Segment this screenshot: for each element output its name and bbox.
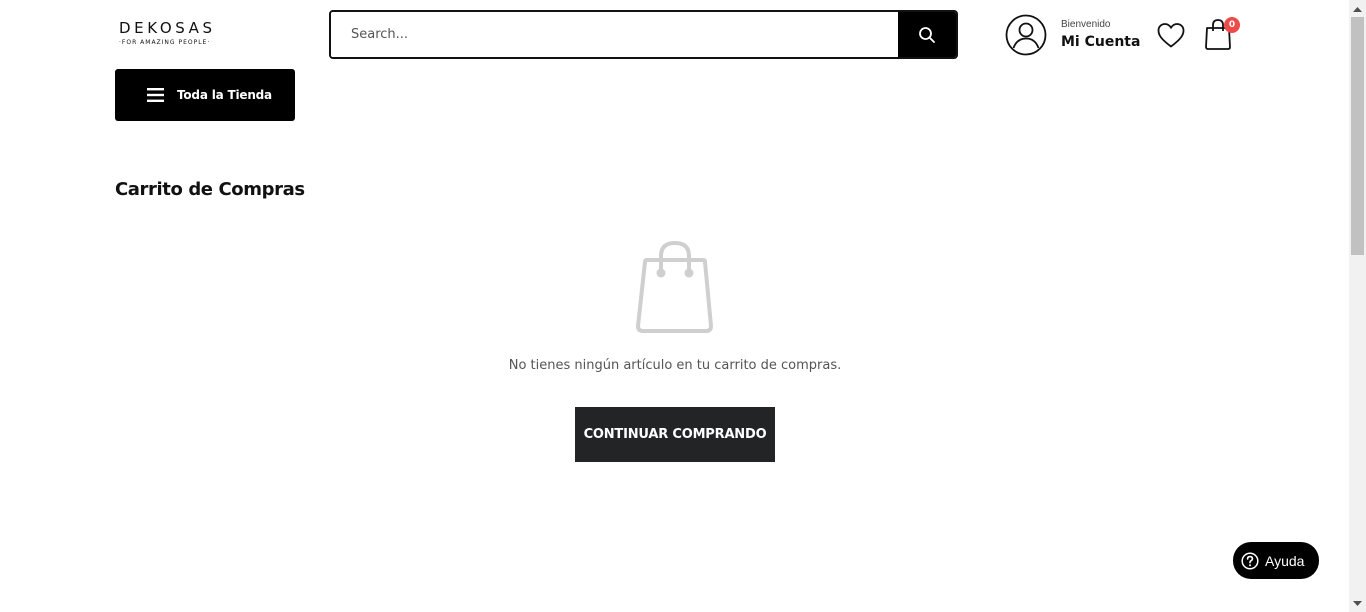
hamburger-menu-icon bbox=[147, 88, 164, 102]
scroll-down-arrow-icon[interactable] bbox=[1349, 595, 1366, 612]
help-label: Ayuda bbox=[1265, 552, 1305, 569]
search-bar bbox=[329, 10, 958, 59]
logo-wordmark: DEKOSAS bbox=[119, 19, 216, 37]
search-input[interactable] bbox=[331, 12, 898, 57]
empty-cart-icon bbox=[633, 240, 717, 336]
search-icon bbox=[919, 26, 935, 43]
vertical-scrollbar[interactable] bbox=[1349, 0, 1366, 612]
heart-icon bbox=[1157, 23, 1185, 48]
page: DEKOSAS ·FOR AMAZING PEOPLE· Bienvenido … bbox=[0, 0, 1366, 612]
help-button[interactable]: Ayuda bbox=[1233, 542, 1319, 579]
cart-count-badge: 0 bbox=[1224, 17, 1240, 33]
account-label: Mi Cuenta bbox=[1061, 34, 1141, 50]
empty-cart-message: No tienes ningún artículo en tu carrito … bbox=[508, 358, 842, 373]
question-circle-icon bbox=[1241, 551, 1259, 570]
all-store-button[interactable]: Toda la Tienda bbox=[115, 69, 295, 121]
site-logo[interactable]: DEKOSAS ·FOR AMAZING PEOPLE· bbox=[119, 20, 233, 50]
wishlist-button[interactable] bbox=[1155, 20, 1187, 50]
page-title: Carrito de Compras bbox=[115, 179, 305, 200]
scroll-up-arrow-icon[interactable] bbox=[1349, 0, 1366, 17]
scrollbar-thumb[interactable] bbox=[1351, 17, 1364, 255]
account-greeting: Bienvenido bbox=[1061, 19, 1111, 30]
account-text: Bienvenido Mi Cuenta bbox=[1061, 19, 1140, 51]
user-circle-icon bbox=[1005, 14, 1047, 56]
account-link[interactable]: Bienvenido Mi Cuenta bbox=[1005, 14, 1140, 56]
search-button[interactable] bbox=[898, 12, 956, 57]
all-store-label: Toda la Tienda bbox=[177, 88, 272, 102]
cart-button[interactable]: 0 bbox=[1203, 17, 1240, 51]
logo-tagline: ·FOR AMAZING PEOPLE· bbox=[119, 39, 211, 46]
empty-cart-message-wrap: No tienes ningún artículo en tu carrito … bbox=[0, 358, 1350, 373]
continue-shopping-button[interactable]: CONTINUAR COMPRANDO bbox=[575, 407, 775, 462]
